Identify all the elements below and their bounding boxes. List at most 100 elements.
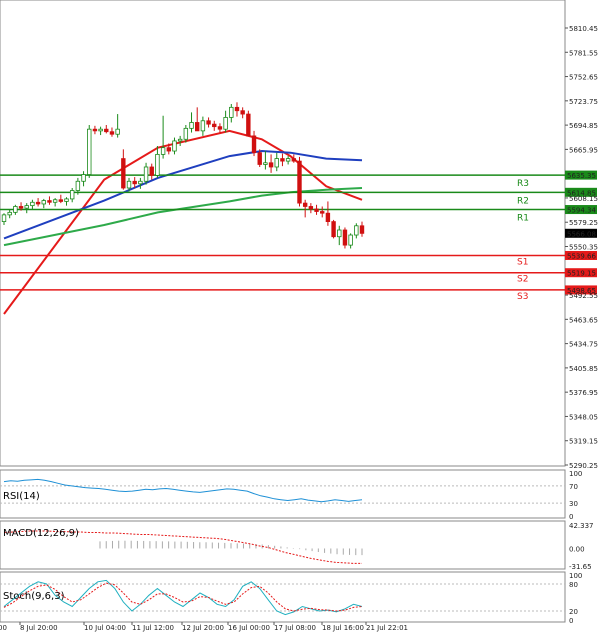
candle-body: [7, 211, 12, 216]
rsi-tick-label: 30: [569, 500, 578, 508]
price-tick-label: 5579.25: [569, 219, 598, 227]
rsi-tick-label: 0: [569, 513, 573, 521]
candle-body: [217, 126, 223, 130]
candle-body: [342, 229, 348, 246]
time-tick-label: 18 Jul 16:00: [322, 624, 364, 632]
time-tick-label: 12 Jul 20:00: [182, 624, 224, 632]
candle-body: [268, 162, 274, 168]
level-price-label: 5539.66: [567, 252, 596, 260]
level-name-r2: R2: [517, 196, 529, 206]
candle-body: [87, 128, 92, 175]
current-price-label: 5566.08: [567, 230, 596, 238]
candle-body: [58, 199, 64, 202]
time-tick-label: 11 Jul 12:00: [132, 624, 174, 632]
price-tick-label: 5550.35: [569, 244, 598, 252]
candle-body: [98, 128, 103, 132]
candle-body: [47, 200, 52, 203]
candle-body: [206, 120, 211, 125]
stoch-tick-label: 20: [569, 608, 578, 616]
price-tick-label: 5781.55: [569, 49, 598, 57]
candle-body: [234, 106, 240, 112]
candle-body: [143, 166, 149, 182]
candle-body: [223, 117, 228, 130]
candle-body: [200, 120, 206, 132]
candle-body: [274, 158, 279, 168]
candle-body: [308, 206, 314, 210]
price-tick-label: 5752.65: [569, 74, 598, 82]
candle-body: [348, 234, 353, 246]
moving-average-line-1: [3, 129, 363, 315]
candle-body: [172, 140, 177, 152]
candle-body: [126, 180, 132, 189]
candle-body: [246, 113, 251, 137]
price-tick-label: 5723.75: [569, 98, 598, 106]
candle-body: [240, 110, 245, 115]
candle-body: [41, 200, 46, 205]
stoch-panel: [0, 571, 566, 623]
candle-body: [121, 158, 126, 189]
candle-body: [160, 147, 166, 155]
price-tick-label: 5463.65: [569, 316, 598, 324]
stoch-tick-label: 100: [569, 572, 582, 580]
time-tick-label: 17 Jul 08:00: [274, 624, 316, 632]
candle-body: [354, 225, 359, 236]
candle-body: [149, 166, 154, 176]
candle-body: [331, 221, 336, 238]
price-tick-label: 5348.05: [569, 413, 598, 421]
candle-body: [104, 128, 109, 133]
candle-body: [314, 208, 319, 212]
level-name-s3: S3: [517, 292, 528, 302]
rsi-tick-label: 100: [569, 470, 582, 478]
candle-body: [64, 198, 69, 202]
candle-body: [257, 152, 262, 165]
candle-body: [35, 201, 41, 205]
stoch-label: Stoch(9,6,3): [3, 591, 65, 602]
macd-panel: [0, 520, 566, 570]
candle-body: [263, 162, 268, 165]
price-tick-label: 5810.45: [569, 25, 598, 33]
chart-canvas: R35635.35R25614.85R15594.34S15539.66S255…: [0, 0, 598, 632]
level-name-r1: R1: [517, 214, 529, 224]
candle-body: [115, 128, 120, 135]
time-tick-label: 21 Jul 22:01: [366, 624, 408, 632]
candle-body: [69, 190, 75, 200]
macd-tick-label: 42.337: [569, 522, 594, 530]
candle-body: [297, 160, 302, 204]
time-axis: 00 8 Jul 20:00 10 Jul 04:00 11 Jul 12:00 12 …: [0, 622, 408, 632]
price-tick-label: 5405.85: [569, 365, 598, 373]
candle-body: [280, 158, 285, 162]
price-tick-label: 5492.55: [569, 292, 598, 300]
candle-body: [24, 205, 29, 209]
candle-body: [337, 229, 342, 238]
stoch-tick-label: 80: [569, 581, 578, 589]
candle-body: [75, 180, 81, 191]
candle-body: [138, 180, 143, 185]
price-tick-label: 5319.15: [569, 438, 598, 446]
price-tick-label: 5290.25: [569, 462, 598, 470]
candle-body: [177, 138, 183, 142]
candle-body: [109, 131, 115, 135]
candle-body: [30, 201, 35, 207]
price-tick-label: 5376.95: [569, 389, 598, 397]
candle-body: [132, 180, 137, 185]
macd-tick-label: 0.00: [569, 545, 585, 553]
macd-label: MACD(12,26,9): [3, 528, 79, 539]
price-tick-label: 5608.15: [569, 195, 598, 203]
rsi-panel: [0, 469, 566, 519]
time-tick-label: 10 Jul 04:00: [84, 624, 126, 632]
macd-indicator: 42.337 0.00 -31.65: [3, 522, 594, 571]
price-tick-label: 5694.85: [569, 122, 598, 130]
candle-body: [1, 214, 7, 222]
level-name-r3: R3: [517, 179, 529, 189]
time-tick-label: 00: [0, 624, 7, 632]
candle-body: [251, 135, 257, 154]
candle-body: [92, 128, 98, 132]
stoch-tick-label: 0: [569, 617, 573, 625]
candle-body: [183, 127, 189, 140]
level-price-label: 5594.34: [567, 207, 596, 215]
candle-body: [81, 174, 86, 182]
candle-body: [359, 225, 365, 234]
price-tick-label: 5434.75: [569, 341, 598, 349]
candle-body: [291, 158, 297, 162]
rsi-line: [3, 478, 363, 503]
